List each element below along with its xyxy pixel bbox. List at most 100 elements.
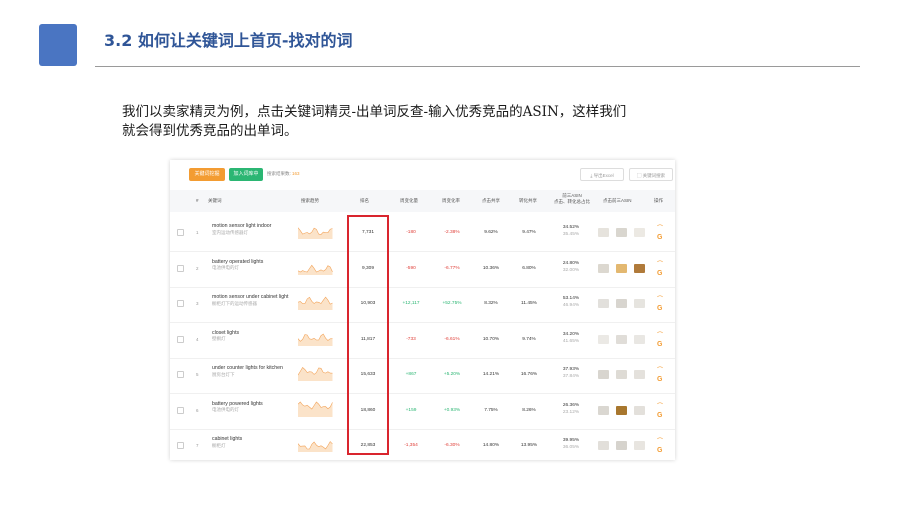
keyword-text[interactable]: motion sensor under cabinet light [212,294,288,300]
amazon-icon[interactable]: ⌒ [657,436,663,445]
keyword-text[interactable]: battery powered lights [212,401,263,407]
amazon-icon[interactable]: ⌒ [657,223,663,232]
top3-share-cell: 53.14% 46.94% [550,295,592,309]
keyword-translation: 橱柜灯 [212,442,226,448]
keyword-text[interactable]: under counter lights for kitchen [212,365,283,371]
product-thumbnail[interactable] [616,334,627,344]
product-thumbnail[interactable] [616,441,627,450]
keyword-cell[interactable]: motion sensor light indoor 室内运动传感器灯 [212,223,290,236]
product-thumbnail[interactable] [598,263,609,273]
amazon-icon[interactable]: ⌒ [657,401,663,410]
conversion-share-value: 9.47% [522,230,536,235]
conversion-share-value: 16.76% [520,372,538,377]
col-keyword[interactable]: 关键词 [208,198,222,204]
product-thumbnail[interactable] [598,405,609,415]
col-click-share[interactable]: 点击共享 [482,198,500,204]
title-divider [95,66,860,67]
slide-title: 3.2 如何让关键词上首页-找对的词 [104,31,353,50]
row-checkbox[interactable] [177,264,184,272]
top3-share-cell: 34.20% 41.65% [550,331,592,345]
row-number: 3 [196,301,199,306]
google-icon[interactable]: G [657,270,662,277]
table-row: 5 under counter lights for kitchen 厨房台灯下 … [170,357,675,394]
col-trend[interactable]: 搜索趋势 [301,198,319,204]
amazon-icon[interactable]: ⌒ [657,365,663,374]
product-thumbnail[interactable] [616,370,627,379]
amazon-icon[interactable]: ⌒ [657,259,663,268]
keyword-mining-button[interactable]: 关键词挖掘 [189,168,225,181]
product-thumbnail[interactable] [634,299,645,308]
product-thumbnail[interactable] [598,441,609,450]
product-thumbnail[interactable] [598,334,609,344]
top3-click-share: 53.14% [562,296,580,301]
col-top3-share[interactable]: 前三ASIN 点击、转化总占比 [552,193,592,205]
sellersprite-screenshot: 关键词挖掘 加入词库中 搜索结果数: 163 ⤓ 导出Excel ▢ 关键词搜索… [170,160,675,460]
col-actions: 操作 [654,198,663,203]
google-icon[interactable]: G [657,234,662,241]
row-checkbox[interactable] [177,229,184,236]
col-top3-products[interactable]: 点击前三ASIN [603,198,632,204]
product-thumbnail[interactable] [634,334,645,344]
search-trend-sparkline [298,264,333,275]
top3-click-share: 34.20% [562,331,580,337]
weekly-change-value: -180 [406,230,416,235]
top3-conversion-share: 23.12% [562,409,580,415]
product-thumbnail[interactable] [634,370,645,379]
product-thumbnail[interactable] [598,370,609,379]
product-thumbnail[interactable] [616,405,627,415]
weekly-rate-value: +5.20% [443,372,461,377]
product-thumbnail[interactable] [616,299,627,308]
col-weekly-rate[interactable]: 周变化率 [442,198,460,204]
amazon-icon[interactable]: ⌒ [657,330,663,339]
google-icon[interactable]: G [657,341,662,348]
google-icon[interactable]: G [657,447,662,454]
row-checkbox[interactable] [177,406,184,414]
keyword-cell[interactable]: motion sensor under cabinet light 橱柜灯下的运动… [212,294,290,307]
product-thumbnail[interactable] [634,228,645,237]
top3-conversion-share: 36.05% [562,445,580,450]
row-checkbox[interactable] [177,300,184,307]
keyword-cell[interactable]: battery operated lights 电池供电的灯 [212,259,290,272]
product-thumbnail[interactable] [598,228,609,237]
google-icon[interactable]: G [657,376,662,383]
toolbar: 关键词挖掘 加入词库中 搜索结果数: 163 ⤓ 导出Excel ▢ 关键词搜索 [170,160,675,188]
keyword-text[interactable]: cabinet lights [212,436,242,442]
keyword-text[interactable]: motion sensor light indoor [212,223,271,229]
keyword-cell[interactable]: closet lights 壁橱灯 [212,330,290,343]
title-accent-block [39,24,77,66]
weekly-rate-value: -2.38% [444,230,460,235]
keyword-text[interactable]: battery operated lights [212,259,263,265]
body-line-1: 我们以卖家精灵为例，点击关键词精灵-出单词反查-输入优秀竞品的ASIN，这样我们 [122,104,627,120]
product-thumbnail[interactable] [616,228,627,237]
keyword-cell[interactable]: cabinet lights 橱柜灯 [212,436,290,449]
col-weekly-change[interactable]: 周变化量 [400,198,418,204]
row-checkbox[interactable] [177,442,184,449]
weekly-change-value: -733 [406,336,416,342]
keyword-search-button[interactable]: ▢ 关键词搜索 [629,168,673,181]
top3-conversion-share: 46.94% [562,303,580,308]
product-thumbnail[interactable] [634,263,645,273]
top3-click-share: 37.93% [562,367,580,372]
product-thumbnail[interactable] [616,263,627,273]
keyword-cell[interactable]: battery powered lights 电池供电的灯 [212,401,290,414]
keyword-text[interactable]: closet lights [212,330,239,336]
google-icon[interactable]: G [657,412,662,419]
product-thumbnail[interactable] [598,299,609,308]
table-row: 7 cabinet lights 橱柜灯 22,853 -1,354 -6.30%… [170,428,675,460]
col-rank[interactable]: 排名 [360,198,369,204]
google-icon[interactable]: G [657,305,662,312]
export-excel-button[interactable]: ⤓ 导出Excel [580,168,624,181]
row-checkbox[interactable] [177,335,184,343]
product-thumbnail[interactable] [634,441,645,450]
search-trend-sparkline [298,227,333,239]
amazon-icon[interactable]: ⌒ [657,294,663,303]
col-conversion-share[interactable]: 转化共享 [519,198,537,204]
top3-click-share: 39.95% [562,438,580,443]
keyword-cell[interactable]: under counter lights for kitchen 厨房台灯下 [212,365,290,378]
product-thumbnail[interactable] [634,405,645,415]
click-share-value: 10.36% [482,265,500,271]
weekly-change-value: -1,354 [404,443,418,448]
add-to-library-button[interactable]: 加入词库中 [229,168,263,181]
row-checkbox[interactable] [177,371,184,378]
top3-share-cell: 39.95% 36.05% [550,437,592,451]
